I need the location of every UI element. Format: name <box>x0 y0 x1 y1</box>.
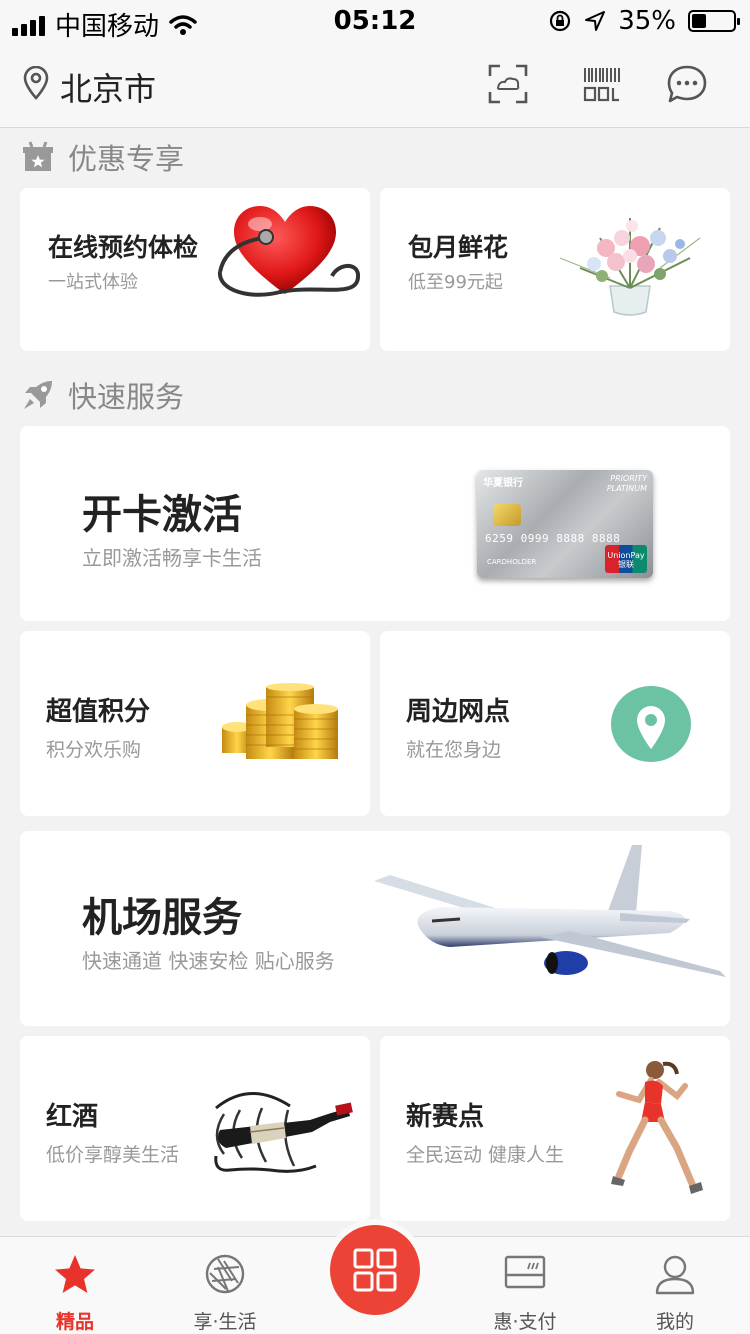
center-menu-button[interactable] <box>330 1225 420 1315</box>
wine-bottle-image <box>214 1092 353 1173</box>
rotation-lock-icon <box>550 10 571 32</box>
card-points-subtitle: 积分欢乐购 <box>46 739 142 761</box>
runner-image <box>611 1061 703 1194</box>
star-icon <box>55 1255 95 1293</box>
card-airport-title: 机场服务 <box>82 895 242 941</box>
card-wine[interactable]: 红酒 低价享醇美生活 <box>20 1036 370 1221</box>
location-icon[interactable] <box>22 66 50 100</box>
card-flowers-subtitle: 低至99元起 <box>408 272 503 293</box>
card-flowers-title: 包月鲜花 <box>408 233 509 262</box>
card-running-title: 新赛点 <box>406 1102 485 1132</box>
tab-pay-label: 惠·支付 <box>493 1311 557 1333</box>
barcode-icon[interactable] <box>582 64 622 104</box>
bank-card-image: 华夏银行 PRIORITY PLATINUM 6259 0999 8888 88… <box>477 470 653 578</box>
gift-icon <box>23 141 53 171</box>
section-quick: 快速服务 <box>22 374 184 416</box>
city-selector[interactable]: 北京市 <box>60 64 156 110</box>
card-flowers[interactable]: 包月鲜花 低至99元起 <box>380 188 730 351</box>
section-title-quick: 快速服务 <box>68 380 185 414</box>
card-nearby[interactable]: 周边网点 就在您身边 <box>380 631 730 816</box>
battery-percent: 35% <box>618 6 676 36</box>
unionpay-logo: UnionPay 银联 <box>605 545 647 573</box>
card-icon <box>504 1255 546 1289</box>
heart-stethoscope-image <box>217 206 360 297</box>
battery-fill <box>692 14 706 28</box>
card-health-check[interactable]: 在线预约体检 一站式体验 <box>20 188 370 351</box>
card-activation[interactable]: 开卡激活 立即激活畅享卡生活 华夏银行 PRIORITY PLATINUM 62… <box>20 426 730 621</box>
tab-featured-label: 精品 <box>55 1311 94 1333</box>
rocket-icon <box>24 381 52 409</box>
card-holder: CARDHOLDER <box>487 558 537 566</box>
scan-icon[interactable] <box>488 64 528 104</box>
card-wine-subtitle: 低价享醇美生活 <box>46 1144 180 1166</box>
gold-coins-image <box>222 683 338 759</box>
aperture-icon <box>205 1254 245 1294</box>
card-tier: PRIORITY PLATINUM <box>606 474 647 493</box>
card-chip <box>493 504 521 526</box>
card-airport-subtitle: 快速通道 快速安检 贴心服务 <box>82 949 335 973</box>
tab-life[interactable]: 享·生活 <box>150 1237 300 1334</box>
map-pin-icon <box>611 686 691 762</box>
card-airport[interactable]: 机场服务 快速通道 快速安检 贴心服务 <box>20 831 730 1026</box>
card-number: 6259 0999 8888 8888 <box>485 532 621 545</box>
tab-mine-label: 我的 <box>655 1311 694 1333</box>
tab-mine[interactable]: 我的 <box>600 1237 750 1334</box>
location-arrow-icon <box>585 11 606 31</box>
card-points[interactable]: 超值积分 积分欢乐购 <box>20 631 370 816</box>
section-title-exclusive: 优惠专享 <box>68 142 185 176</box>
card-nearby-title: 周边网点 <box>406 697 511 727</box>
status-right: 35% <box>548 6 740 36</box>
grid-icon <box>353 1248 397 1292</box>
tab-pay[interactable]: 惠·支付 <box>450 1237 600 1334</box>
card-running[interactable]: 新赛点 全民运动 健康人生 <box>380 1036 730 1221</box>
card-bank-name: 华夏银行 <box>483 478 523 489</box>
status-bar: 中国移动 05:12 35% <box>0 0 750 42</box>
card-wine-title: 红酒 <box>46 1102 99 1132</box>
card-nearby-subtitle: 就在您身边 <box>406 739 502 761</box>
card-points-title: 超值积分 <box>46 697 151 727</box>
airplane-image <box>374 845 726 977</box>
card-activation-title: 开卡激活 <box>82 492 242 538</box>
card-activation-subtitle: 立即激活畅享卡生活 <box>82 546 262 570</box>
tab-featured[interactable]: 精品 <box>0 1237 150 1334</box>
battery-icon <box>688 10 740 32</box>
header: 北京市 <box>0 40 750 128</box>
chat-icon[interactable] <box>666 64 708 104</box>
tab-life-label: 享·生活 <box>193 1311 257 1333</box>
card-health-check-title: 在线预约体检 <box>48 233 199 262</box>
flower-bouquet-image <box>559 218 701 316</box>
user-icon <box>655 1255 695 1295</box>
card-running-subtitle: 全民运动 健康人生 <box>406 1144 565 1166</box>
card-health-check-subtitle: 一站式体验 <box>48 272 138 293</box>
section-exclusive: 优惠专享 <box>22 136 184 178</box>
